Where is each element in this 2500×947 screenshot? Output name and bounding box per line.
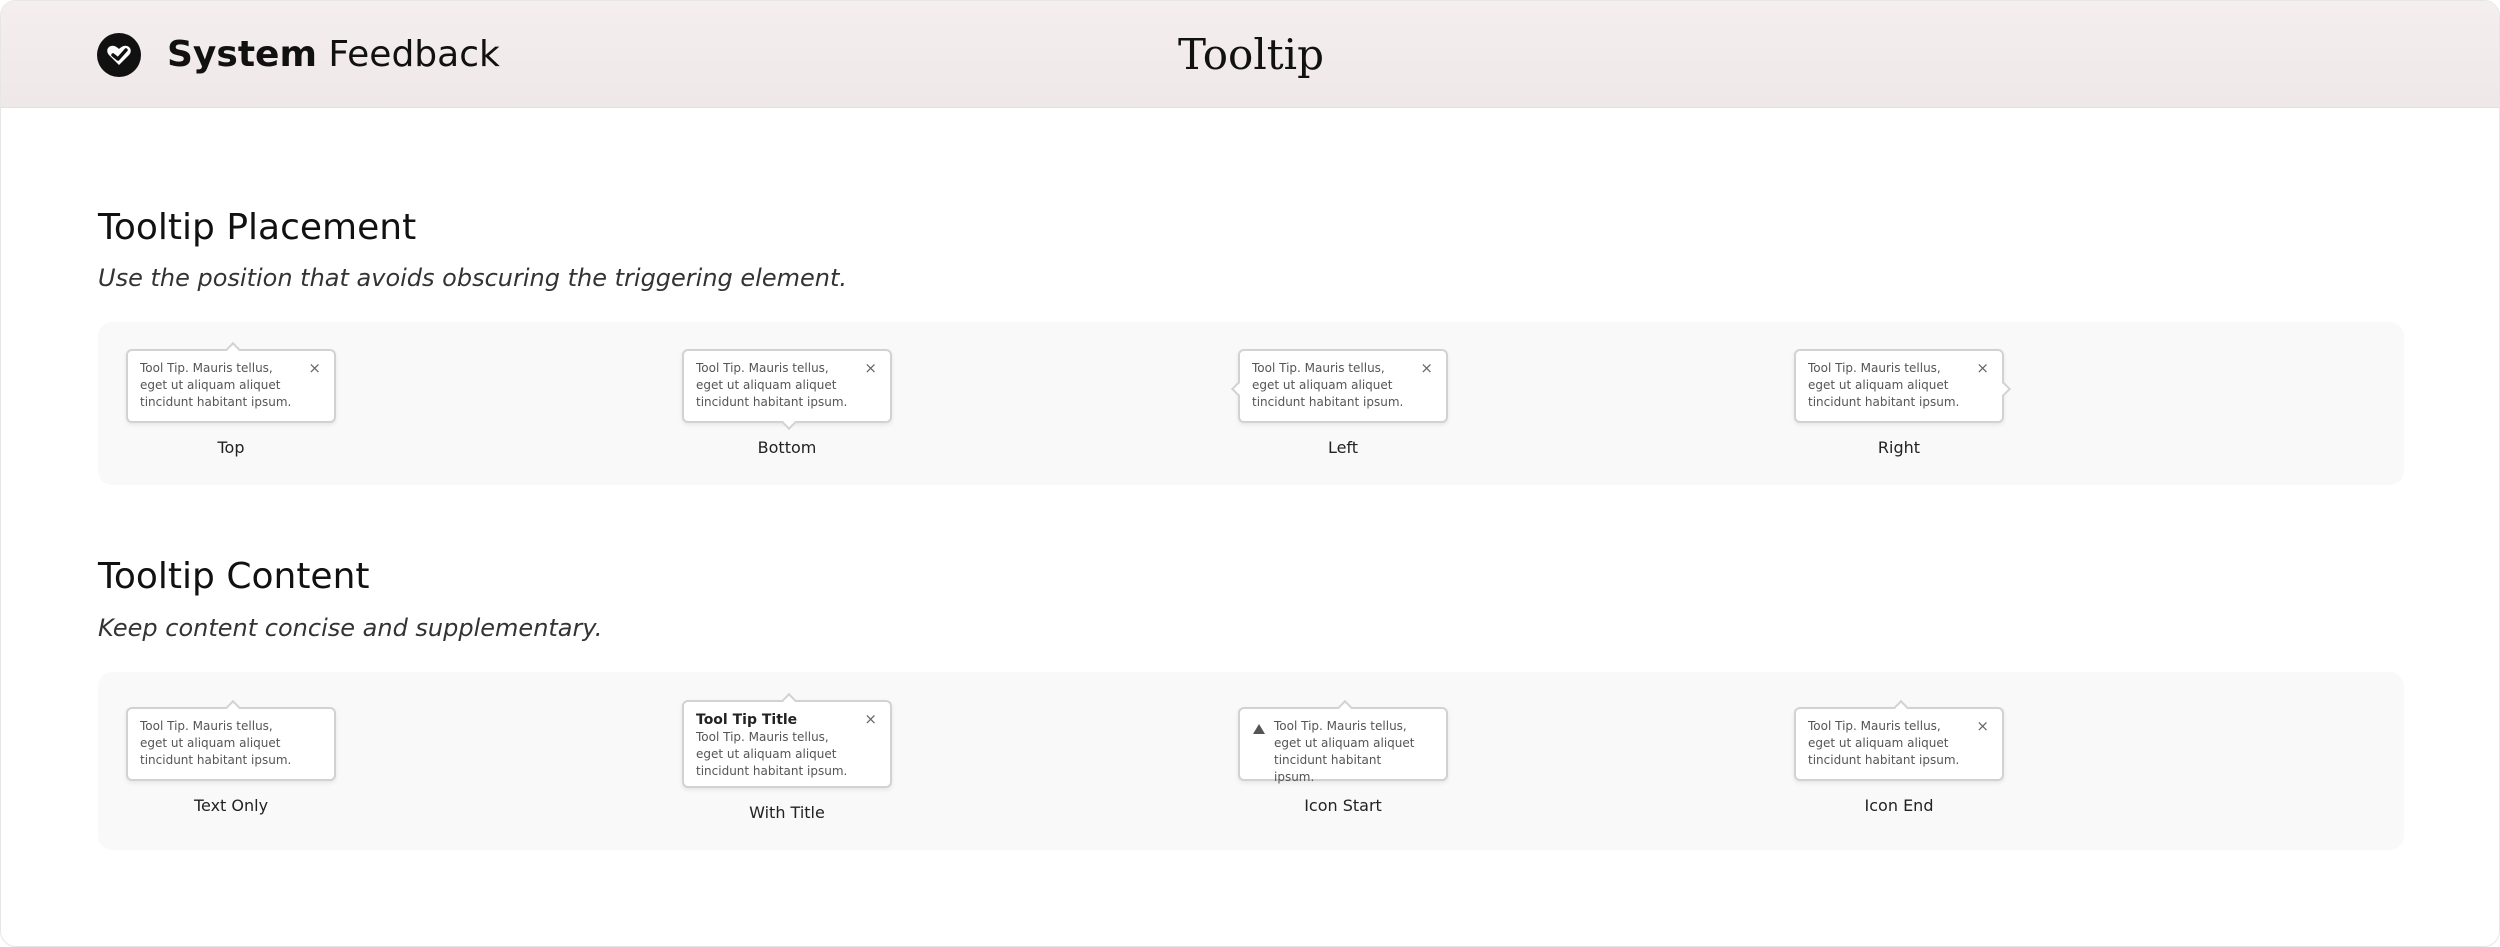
tooltip[interactable]: Tool Tip Title Tool Tip. Mauris tellus, … bbox=[682, 692, 892, 788]
tooltip-text: Tool Tip. Mauris tellus, eget ut aliquam… bbox=[140, 361, 292, 409]
tooltip-arrow bbox=[225, 341, 241, 357]
close-icon[interactable]: × bbox=[1976, 361, 1989, 376]
tooltip-arrow bbox=[225, 699, 241, 715]
tooltip[interactable]: Tool Tip. Mauris tellus, eget ut aliquam… bbox=[1794, 349, 2012, 423]
tooltip[interactable]: Tool Tip. Mauris tellus, eget ut aliquam… bbox=[1238, 699, 1448, 784]
tooltip-arrow bbox=[1893, 699, 1909, 715]
content-panel: Tool Tip. Mauris tellus, eget ut aliquam… bbox=[98, 672, 2404, 850]
tooltip-title: Tool Tip Title bbox=[696, 712, 798, 728]
tooltip-text: Tool Tip. Mauris tellus, eget ut aliquam… bbox=[696, 730, 848, 778]
section-title-content: Tooltip Content bbox=[98, 556, 370, 597]
tooltip[interactable]: Tool Tip. Mauris tellus, eget ut aliquam… bbox=[126, 341, 336, 423]
tooltip[interactable]: Tool Tip. Mauris tellus, eget ut aliquam… bbox=[682, 349, 892, 431]
tooltip-text: Tool Tip. Mauris tellus, eget ut aliquam… bbox=[1252, 361, 1404, 409]
section-title-placement: Tooltip Placement bbox=[98, 207, 417, 248]
close-icon[interactable]: × bbox=[864, 712, 877, 727]
page-title: Tooltip bbox=[1178, 30, 1324, 79]
placement-label: Left bbox=[1327, 438, 1359, 457]
page-frame: System Feedback Tooltip Tooltip Placemen… bbox=[0, 0, 2500, 947]
section-subtitle-content: Keep content concise and supplementary. bbox=[98, 614, 603, 642]
tooltip-text: Tool Tip. Mauris tellus, eget ut aliquam… bbox=[140, 719, 292, 767]
placement-label: Top bbox=[217, 438, 245, 457]
content-label: Icon End bbox=[1864, 796, 1934, 815]
close-icon[interactable]: × bbox=[308, 361, 321, 376]
close-icon[interactable]: × bbox=[1420, 361, 1433, 376]
close-icon[interactable]: × bbox=[864, 361, 877, 376]
tooltip-arrow bbox=[781, 415, 797, 431]
content-label: Icon Start bbox=[1304, 796, 1382, 815]
brand-light: Feedback bbox=[328, 34, 500, 75]
brand-bold: System bbox=[167, 34, 317, 75]
tooltip[interactable]: Tool Tip. Mauris tellus, eget ut aliquam… bbox=[1230, 349, 1448, 423]
tooltip[interactable]: Tool Tip. Mauris tellus, eget ut aliquam… bbox=[126, 699, 336, 781]
placement-panel: Tool Tip. Mauris tellus, eget ut aliquam… bbox=[98, 322, 2404, 485]
heart-check-icon bbox=[97, 33, 141, 77]
section-subtitle-placement: Use the position that avoids obscuring t… bbox=[98, 264, 848, 292]
tooltip-arrow bbox=[1337, 699, 1353, 715]
content-label: With Title bbox=[749, 803, 825, 822]
tooltip-arrow bbox=[1996, 381, 2012, 397]
placement-label: Bottom bbox=[757, 438, 817, 457]
tooltip-text: Tool Tip. Mauris tellus, eget ut aliquam… bbox=[1808, 719, 1960, 767]
warning-icon bbox=[1253, 724, 1265, 734]
placement-label: Right bbox=[1877, 438, 1921, 457]
tooltip[interactable]: Tool Tip. Mauris tellus, eget ut aliquam… bbox=[1794, 699, 2004, 781]
tooltip-text: Tool Tip. Mauris tellus, eget ut aliquam… bbox=[696, 361, 848, 409]
tooltip-text: Tool Tip. Mauris tellus, eget ut aliquam… bbox=[1274, 719, 1415, 784]
tooltip-text: Tool Tip. Mauris tellus, eget ut aliquam… bbox=[1808, 361, 1960, 409]
content-label: Text Only bbox=[193, 796, 269, 815]
tooltip-arrow bbox=[1230, 381, 1246, 397]
tooltip-arrow bbox=[781, 692, 797, 708]
brand-name: System Feedback bbox=[167, 31, 500, 79]
close-icon[interactable]: × bbox=[1976, 719, 1989, 734]
app-header: System Feedback Tooltip bbox=[1, 1, 2499, 108]
